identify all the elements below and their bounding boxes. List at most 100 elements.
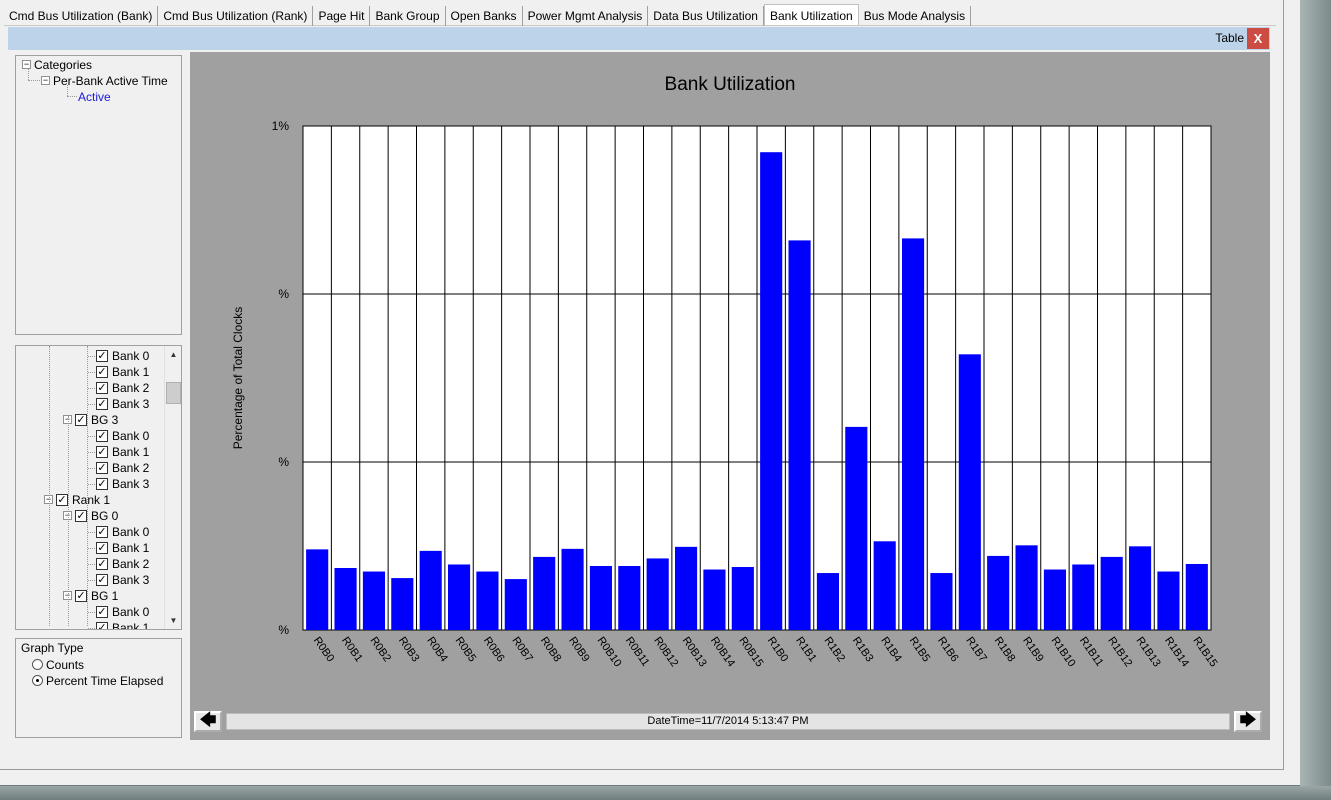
tree-connector [88,532,95,533]
tree-item[interactable]: ✓ Bank 0 [88,604,150,620]
checkbox[interactable]: ✓ [96,525,108,538]
checkbox[interactable]: ✓ [96,429,108,442]
checkbox[interactable]: ✓ [96,349,108,362]
checkbox[interactable]: ✓ [96,397,108,410]
tree-connector [88,564,95,565]
tree-item[interactable]: ✓ Bank 0 [88,524,149,540]
checkbox[interactable]: ✓ [75,589,87,602]
bar-r0b14 [703,569,726,630]
table-button[interactable]: Table [1215,31,1244,45]
checkbox[interactable]: ✓ [96,621,108,629]
tree-item[interactable]: ✓ Bank 3 [88,572,149,588]
scroll-up-icon[interactable]: ▲ [165,346,181,363]
time-scrollbar[interactable]: DateTime=11/7/2014 5:13:47 PM [226,713,1230,730]
tree-item[interactable]: − ✓ BG 3 [63,412,118,428]
tree-item-label: BG 1 [91,589,119,603]
tree-node-categories[interactable]: − Categories [22,57,92,73]
tab-open-banks[interactable]: Open Banks [446,6,523,26]
tab-bank-utilization[interactable]: Bank Utilization [763,4,859,25]
checkbox[interactable]: ✓ [56,493,68,506]
tree-node-per-bank-active-time[interactable]: − Per-Bank Active Time [41,73,168,89]
checkbox[interactable]: ✓ [96,477,108,490]
tree-connector [28,69,29,80]
panel-titlebar: Table X [8,27,1270,50]
scroll-thumb[interactable] [166,382,181,404]
tree-connector [28,80,40,81]
tree-item-label: Bank 0 [112,605,150,619]
tree-connector [49,346,50,626]
bar-r0b5 [447,564,471,630]
x-tick-label: R0B10 [594,635,623,669]
x-tick-label: R0B7 [509,635,535,664]
checkbox[interactable]: ✓ [96,557,108,570]
tab-data-bus-utilization[interactable]: Data Bus Utilization [648,6,764,26]
checkbox[interactable]: ✓ [96,461,108,474]
tree-item[interactable]: ✓ Bank 2 [88,460,150,476]
prev-arrow-icon[interactable]: 🡄 [194,711,222,732]
collapse-icon[interactable]: − [22,60,31,70]
radio-percent-time-elapsed[interactable]: Percent Time Elapsed [32,673,163,689]
checkbox[interactable]: ✓ [96,381,108,394]
tree-item-label: Bank 3 [112,477,150,491]
x-tick-label: R0B0 [311,635,337,664]
tab-page-hit[interactable]: Page Hit [313,6,371,26]
close-button[interactable]: X [1247,28,1269,49]
x-tick-label: R0B4 [424,635,450,664]
checkbox[interactable]: ✓ [96,573,108,586]
x-tick-label: R0B12 [651,635,680,669]
x-tick-label: R1B9 [1020,635,1046,664]
x-tick-label: R0B9 [566,635,592,664]
tab-bank-group[interactable]: Bank Group [370,6,446,26]
tree-item[interactable]: − ✓ BG 0 [63,508,118,524]
radio-button[interactable] [32,675,43,687]
tab-cmd-bus-utilization-bank[interactable]: Cmd Bus Utilization (Bank) [4,6,159,26]
tree-item[interactable]: ✓ Bank 1 [88,364,149,380]
tree-item[interactable]: ✓ Bank 0 [88,428,149,444]
tree-item[interactable]: ✓ Bank 0 [88,348,149,364]
window-border-bottom [0,786,1331,800]
tree-item[interactable]: ✓ Bank 3 [88,476,150,492]
tree-item[interactable]: ✓ Bank 1 [88,620,149,629]
content-area: − Categories − Per-Bank Active Time Active… [8,50,1270,742]
vertical-scrollbar[interactable]: ▲ ▼ [164,346,181,629]
tree-item[interactable]: ✓ Bank 1 [88,444,149,460]
collapse-icon[interactable]: − [41,76,50,86]
tree-item[interactable]: − ✓ Rank 1 [44,492,110,508]
radio-label: Percent Time Elapsed [46,674,164,688]
tree-item[interactable]: ✓ Bank 2 [88,380,149,396]
checkbox[interactable]: ✓ [96,541,108,554]
bank-utilization-chart: Bank Utilization%%%1%R0B0 R0B1 R0B2 R0B3 R0B… [231,74,1219,669]
bar-r0b2 [362,571,386,630]
chart-title: Bank Utilization [665,74,796,95]
tree-item[interactable]: ✓ Bank 2 [88,556,149,572]
tree-node-active[interactable]: Active [78,89,111,105]
tree-item[interactable]: − ✓ BG 1 [63,588,118,604]
tree-label: Per-Bank Active Time [53,74,168,88]
scroll-down-icon[interactable]: ▼ [165,612,181,629]
bar-r0b1 [334,568,357,630]
tree-item-label: Bank 2 [112,461,150,475]
x-tick-label: R1B14 [1162,635,1191,669]
y-tick-label: % [278,287,289,301]
checkbox[interactable]: ✓ [96,365,108,378]
tab-bus-mode-analysis[interactable]: Bus Mode Analysis [859,6,972,26]
radio-counts[interactable]: Counts [32,657,84,673]
tree-connector [88,452,95,453]
tree-item[interactable]: ✓ Bank 1 [88,540,149,556]
tree-item[interactable]: ✓ Bank 3 [88,396,150,412]
next-arrow-icon[interactable]: 🡆 [1234,711,1262,732]
checkbox[interactable]: ✓ [96,445,108,458]
tree-item-label: Bank 3 [112,397,150,411]
y-tick-label: % [278,455,289,469]
bar-r0b7 [504,579,527,630]
bar-r1b4 [873,541,896,630]
checkbox[interactable]: ✓ [75,509,87,522]
checkbox[interactable]: ✓ [96,605,108,618]
tab-cmd-bus-utilization-rank[interactable]: Cmd Bus Utilization (Rank) [158,6,314,26]
bar-r0b6 [476,571,499,630]
x-tick-label: R0B15 [736,635,765,669]
tab-power-mgmt-analysis[interactable]: Power Mgmt Analysis [523,6,649,26]
tree-connector [88,356,95,357]
checkbox[interactable]: ✓ [75,413,87,426]
radio-button[interactable] [32,659,43,671]
